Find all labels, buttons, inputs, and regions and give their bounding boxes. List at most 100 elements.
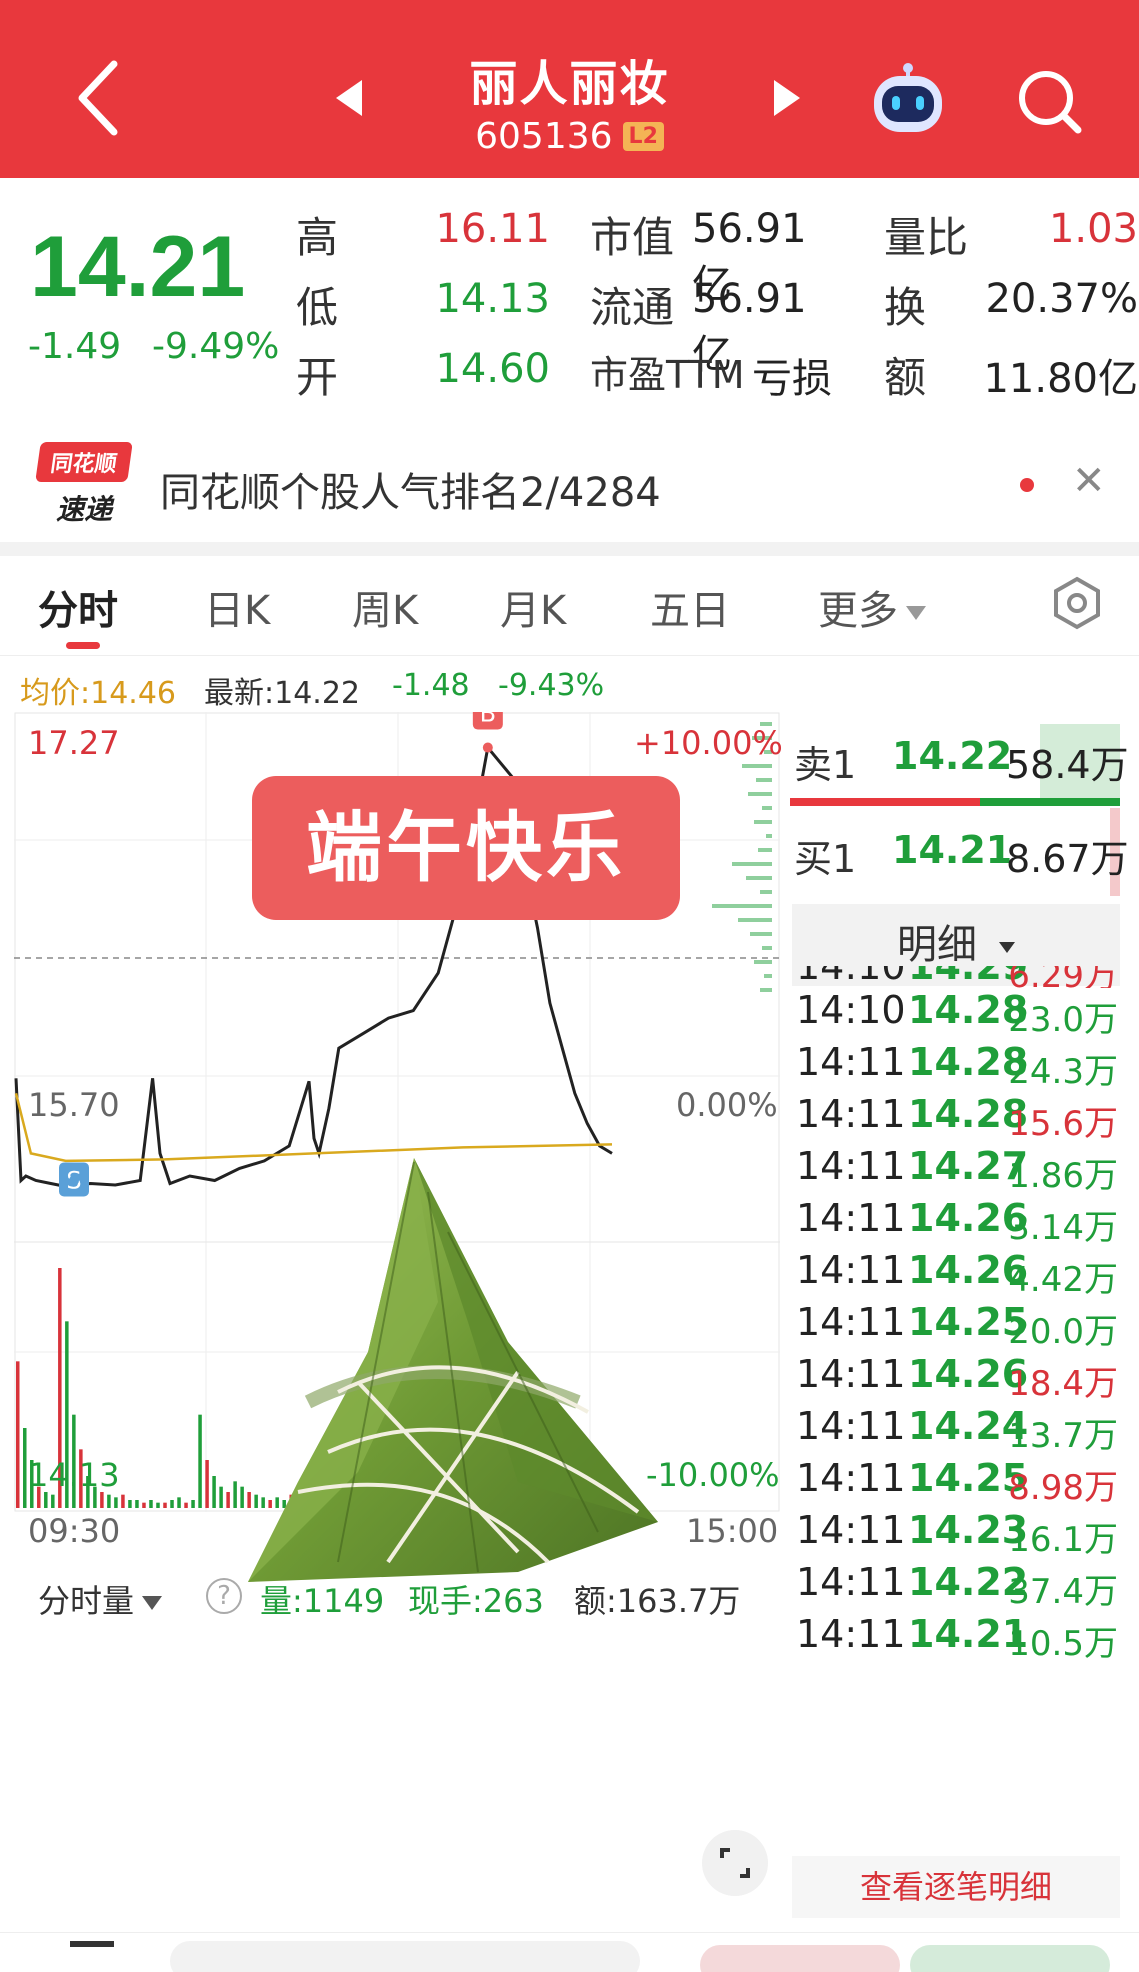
y-label-mid: 15.70	[28, 1086, 120, 1124]
volume-bar	[51, 1494, 55, 1508]
buy1-volume: 8.67万	[1006, 837, 1129, 881]
tab-five-day[interactable]: 五日	[650, 578, 730, 636]
menu-icon[interactable]	[70, 1941, 114, 1972]
close-icon[interactable]: ✕	[1072, 458, 1106, 504]
ths-express-logo: 同花顺 速递	[35, 442, 133, 526]
open-value: 14.60	[435, 346, 550, 392]
sell1-price: 14.22	[892, 734, 1013, 778]
tick-time: 14:11	[796, 1196, 906, 1240]
level2-badge: L2	[622, 121, 664, 151]
amount-label: 额	[884, 353, 927, 402]
depth-bar	[764, 974, 772, 978]
tick-volume: 6.29万	[1008, 966, 1118, 988]
volume-bar	[135, 1500, 139, 1508]
latest-price: 最新:14.22	[204, 676, 360, 711]
depth-bar	[712, 904, 772, 908]
search-icon[interactable]	[1014, 66, 1084, 136]
depth-bar	[762, 946, 772, 950]
high-value: 16.11	[435, 206, 550, 252]
volume-bar	[107, 1494, 111, 1508]
stock-code-row: 605136 L2	[0, 114, 1139, 157]
popularity-rank-text: 同花顺个股人气排名2/4284	[160, 470, 661, 516]
tick-time: 14:11	[796, 1300, 906, 1344]
latest-change-pct: -9.43%	[498, 668, 605, 703]
tick-time: 14:11	[796, 1560, 906, 1604]
volume-bar	[142, 1502, 146, 1508]
comment-input[interactable]	[170, 1941, 640, 1972]
trade-marker-b[interactable]: B	[472, 712, 503, 753]
x-label-end: 15:00	[686, 1512, 779, 1550]
volume-bar	[198, 1414, 202, 1508]
view-tick-by-tick-button[interactable]: 查看逐笔明细	[792, 1856, 1120, 1918]
volume-selector-label: 分时量	[38, 1582, 135, 1620]
tick-detail-list[interactable]: 14:10 14.28 23.0万 14:11 14.28 24.3万 14:11 14.28…	[792, 988, 1122, 1812]
popularity-banner[interactable]: 同花顺 速递 同花顺个股人气排名2/4284 ✕	[0, 430, 1139, 536]
tick-volume: 18.4万	[1008, 1364, 1118, 1404]
sell1-volume: 58.4万	[1006, 743, 1129, 787]
volume-bar	[156, 1502, 160, 1508]
volume-bar	[100, 1492, 104, 1508]
stock-header: 丽人丽妆 605136 L2	[0, 0, 1139, 178]
depth-bar	[760, 988, 772, 992]
pe-value: 亏损	[752, 356, 832, 402]
tick-volume: 20.0万	[1008, 1312, 1118, 1352]
volume-bar	[149, 1500, 153, 1508]
robot-assistant-icon[interactable]	[868, 62, 948, 136]
depth-bar	[762, 806, 772, 810]
volume-bar	[16, 1361, 20, 1508]
tick-time: 14:10	[796, 988, 906, 1032]
next-stock-icon[interactable]	[774, 80, 800, 116]
stock-code: 605136	[475, 115, 613, 157]
depth-bar	[754, 960, 772, 964]
volume-bar	[184, 1502, 188, 1508]
depth-bar	[748, 792, 772, 796]
y-label-bottom: 14.13	[28, 1456, 120, 1494]
tab-intraday[interactable]: 分时	[38, 578, 118, 636]
volume-bar	[121, 1494, 125, 1508]
tick-time: 14:11	[796, 1612, 906, 1656]
high-label: 高	[296, 213, 339, 262]
turnover-value: 20.37%	[985, 276, 1138, 322]
tick-time: 14:11	[796, 1040, 906, 1084]
depth-bar	[760, 890, 772, 894]
tick-volume: 15.6万	[1008, 1104, 1118, 1144]
tick-volume: 1.86万	[1008, 1156, 1118, 1196]
volume-bar	[163, 1502, 167, 1508]
volratio-value: 1.03	[1048, 206, 1138, 252]
depth-bar	[746, 876, 772, 880]
tick-volume: 37.4万	[1008, 1572, 1118, 1612]
settings-hexagon-icon[interactable]	[1050, 576, 1104, 630]
fullscreen-icon[interactable]	[702, 1830, 768, 1896]
tab-weekly-k[interactable]: 周K	[352, 578, 418, 636]
help-icon[interactable]: ?	[206, 1578, 242, 1614]
zongzi-illustration	[248, 1158, 658, 1582]
volume-bar	[177, 1497, 181, 1508]
tab-more[interactable]: 更多	[818, 578, 926, 636]
float-label: 流通	[590, 283, 675, 332]
tick-volume: 16.1万	[1008, 1520, 1118, 1560]
current-hand: 现手:263	[408, 1582, 544, 1620]
tick-volume: 3.14万	[1008, 1208, 1118, 1248]
latest-change: -1.48	[392, 668, 470, 703]
chart-tabs: 分时 日K 周K 月K 五日 更多	[0, 560, 1139, 656]
section-divider	[0, 542, 1139, 556]
tick-time: 14:11	[796, 1404, 906, 1448]
price-change-pct: -9.49%	[152, 326, 280, 367]
open-label: 开	[296, 353, 339, 402]
svg-text:B: B	[480, 712, 496, 728]
tick-time: 14:11	[796, 1352, 906, 1396]
tick-volume: 23.0万	[1008, 1000, 1118, 1040]
volume-selector[interactable]: 分时量	[38, 1576, 163, 1622]
tab-daily-k[interactable]: 日K	[204, 578, 270, 636]
sell-button[interactable]	[910, 1945, 1110, 1972]
low-value: 14.13	[435, 276, 550, 322]
stock-name: 丽人丽妆	[469, 56, 670, 112]
chevron-down-icon	[999, 941, 1015, 953]
tick-time: 14:10	[796, 966, 906, 988]
volume-bar	[191, 1500, 195, 1508]
trade-marker-s[interactable]: S	[59, 1162, 89, 1197]
unread-dot	[1020, 478, 1034, 492]
buy-button[interactable]	[700, 1945, 900, 1972]
tab-monthly-k[interactable]: 月K	[500, 578, 566, 636]
tab-more-label: 更多	[818, 588, 898, 634]
